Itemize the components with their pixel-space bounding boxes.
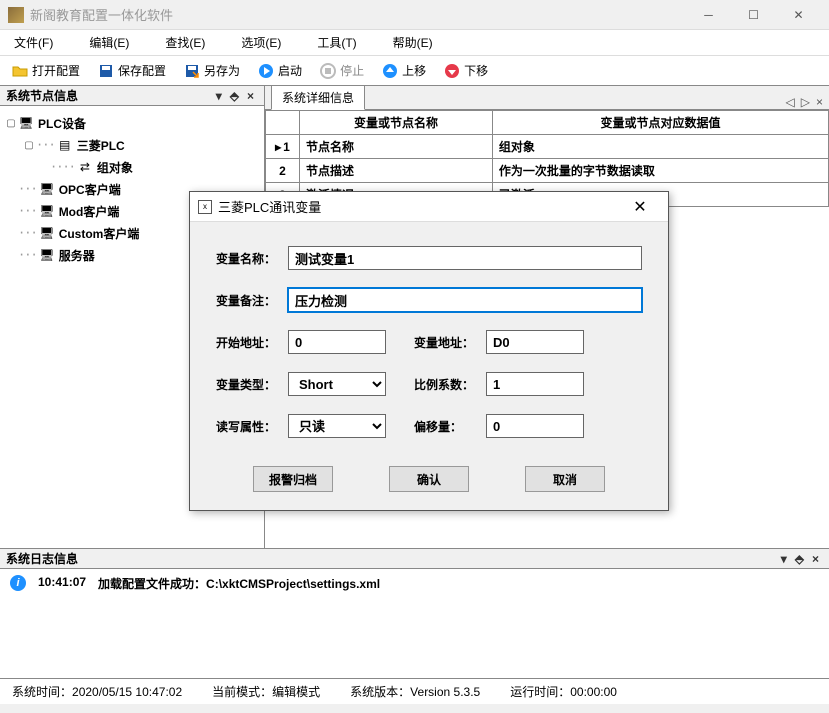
menu-file[interactable]: 文件(F)	[10, 31, 57, 54]
rw-label: 读写属性：	[216, 418, 278, 435]
tab-nav-arrows[interactable]: ◁▷×	[786, 95, 823, 109]
server-icon: 🖥	[39, 248, 55, 262]
start-addr-label: 开始地址：	[216, 334, 278, 351]
table-row[interactable]: 1 节点名称 组对象	[266, 135, 829, 159]
client-icon: 🖥	[39, 226, 55, 240]
client-icon: 🖥	[39, 204, 55, 218]
plc-icon: ▤	[57, 138, 73, 152]
tree-node-mitsubishi[interactable]: ▢··· ▤ 三菱PLC	[4, 134, 260, 156]
table-row[interactable]: 2 节点描述 作为一次批量的字节数据读取	[266, 159, 829, 183]
panel-close-icon[interactable]: ×	[808, 552, 823, 566]
start-button[interactable]: 启动	[256, 60, 304, 81]
dialog-icon: x	[198, 200, 212, 214]
statusbar: 系统时间：2020/05/15 10:47:02 当前模式：编辑模式 系统版本：…	[0, 678, 829, 704]
panel-close-icon[interactable]: ×	[243, 89, 258, 103]
offset-label: 偏移量：	[414, 418, 476, 435]
close-button[interactable]: ✕	[776, 1, 821, 29]
maximize-button[interactable]: ☐	[731, 1, 776, 29]
ratio-label: 比例系数：	[414, 376, 476, 393]
ok-button[interactable]: 确认	[389, 466, 469, 492]
dialog-titlebar[interactable]: x 三菱PLC通讯变量 ✕	[190, 192, 668, 222]
log-panel: 系统日志信息 ▾ ⬘ × i 10:41:07 加载配置文件成功：C:\xktC…	[0, 548, 829, 678]
minimize-button[interactable]: ─	[686, 1, 731, 29]
menu-find[interactable]: 查找(E)	[161, 31, 209, 54]
device-icon: 🖥	[18, 116, 34, 130]
menu-tool[interactable]: 工具(T)	[313, 31, 360, 54]
menubar: 文件(F) 编辑(E) 查找(E) 选项(E) 工具(T) 帮助(E)	[0, 30, 829, 56]
status-version: 系统版本：Version 5.3.5	[350, 683, 480, 700]
offset-input[interactable]	[486, 414, 584, 438]
ratio-input[interactable]	[486, 372, 584, 396]
autohide-icon[interactable]: ⬘	[791, 552, 808, 566]
status-systime: 系统时间：2020/05/15 10:47:02	[12, 683, 182, 700]
menu-edit[interactable]: 编辑(E)	[85, 31, 133, 54]
menu-help[interactable]: 帮助(E)	[389, 31, 437, 54]
titlebar: 新阁教育配置一体化软件 ─ ☐ ✕	[0, 0, 829, 30]
open-config-button[interactable]: 打开配置	[10, 60, 82, 81]
menu-option[interactable]: 选项(E)	[237, 31, 285, 54]
log-message: 加载配置文件成功：C:\xktCMSProject\settings.xml	[98, 575, 380, 592]
log-time: 10:41:07	[38, 575, 86, 589]
arrow-down-icon	[444, 63, 460, 79]
status-mode: 当前模式：编辑模式	[212, 683, 320, 700]
app-icon	[8, 7, 24, 23]
var-type-select[interactable]: Short	[288, 372, 386, 396]
var-name-input[interactable]	[288, 246, 642, 270]
move-up-button[interactable]: 上移	[380, 60, 428, 81]
pin-icon[interactable]: ▾	[777, 552, 791, 566]
grid-corner	[266, 111, 300, 135]
play-icon	[258, 63, 274, 79]
tree-node-plc-devices[interactable]: ▢ 🖥 PLC设备	[4, 112, 260, 134]
grid-col-name[interactable]: 变量或节点名称	[300, 111, 493, 135]
var-remark-label: 变量备注：	[216, 292, 278, 309]
save-config-button[interactable]: 保存配置	[96, 60, 168, 81]
link-icon: ⇄	[77, 160, 93, 174]
stop-icon	[320, 63, 336, 79]
var-type-label: 变量类型：	[216, 376, 278, 393]
info-icon: i	[10, 575, 26, 591]
stop-button[interactable]: 停止	[318, 60, 366, 81]
dialog-body: 变量名称： 变量备注： 开始地址： 变量地址： 变量类型： Short 比例系数…	[190, 222, 668, 510]
save-as-button[interactable]: 另存为	[182, 60, 242, 81]
move-down-button[interactable]: 下移	[442, 60, 490, 81]
toolbar: 打开配置 保存配置 另存为 启动 停止 上移 下移	[0, 56, 829, 86]
pin-icon[interactable]: ▾	[212, 89, 226, 103]
client-icon: 🖥	[39, 182, 55, 196]
tree-panel-header: 系统节点信息 ▾ ⬘ ×	[0, 86, 264, 106]
var-remark-input[interactable]	[288, 288, 642, 312]
save-icon	[98, 63, 114, 79]
folder-open-icon	[12, 63, 28, 79]
tree-node-group[interactable]: ···· ⇄ 组对象	[4, 156, 260, 178]
archive-button[interactable]: 报警归档	[253, 466, 333, 492]
detail-tabs: 系统详细信息 ◁▷×	[265, 86, 829, 110]
log-body: i 10:41:07 加载配置文件成功：C:\xktCMSProject\set…	[0, 569, 829, 678]
dialog-title: 三菱PLC通讯变量	[218, 197, 620, 216]
tree-panel-title: 系统节点信息	[6, 87, 78, 104]
grid-col-value[interactable]: 变量或节点对应数据值	[492, 111, 828, 135]
start-addr-input[interactable]	[288, 330, 386, 354]
cancel-button[interactable]: 取消	[525, 466, 605, 492]
arrow-up-icon	[382, 63, 398, 79]
variable-dialog: x 三菱PLC通讯变量 ✕ 变量名称： 变量备注： 开始地址： 变量地址： 变量…	[189, 191, 669, 511]
rw-select[interactable]: 只读	[288, 414, 386, 438]
tab-system-detail[interactable]: 系统详细信息	[271, 85, 365, 110]
save-as-icon	[184, 63, 200, 79]
log-panel-header: 系统日志信息 ▾ ⬘ ×	[0, 549, 829, 569]
var-addr-input[interactable]	[486, 330, 584, 354]
status-runtime: 运行时间：00:00:00	[510, 683, 617, 700]
var-name-label: 变量名称：	[216, 250, 278, 267]
app-title: 新阁教育配置一体化软件	[30, 5, 686, 24]
dialog-close-button[interactable]: ✕	[620, 197, 660, 217]
autohide-icon[interactable]: ⬘	[226, 89, 243, 103]
var-addr-label: 变量地址：	[414, 334, 476, 351]
log-panel-title: 系统日志信息	[6, 550, 78, 567]
